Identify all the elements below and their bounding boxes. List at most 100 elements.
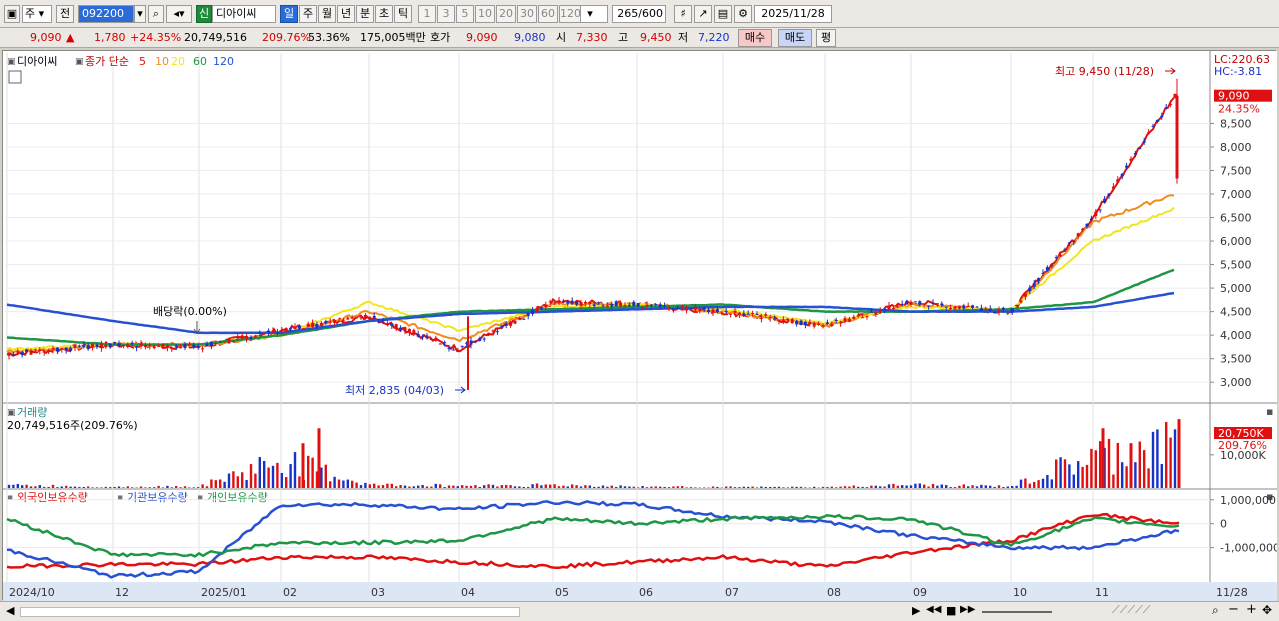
zoom-in-icon[interactable]: + xyxy=(1246,602,1257,617)
layout-icon[interactable]: ▣ xyxy=(4,5,20,23)
scroll-bar[interactable]: ◀ ▶ ◀◀ ■ ▶▶ ⟋⟋⟋⟋⟋ ⌕ − + ✥ xyxy=(0,601,1279,621)
volume-bar xyxy=(830,486,833,488)
candle-body xyxy=(399,327,403,331)
volume-bar xyxy=(434,483,437,488)
candle-body xyxy=(962,305,966,309)
zoom-out-icon[interactable]: − xyxy=(1228,602,1239,617)
candle-body xyxy=(126,344,130,347)
period-tab-5[interactable]: 초 xyxy=(375,5,393,23)
eval-button[interactable]: 평 xyxy=(816,29,836,47)
candle-body xyxy=(1081,228,1085,231)
x-tick-label: 04 xyxy=(461,586,475,599)
candle-body xyxy=(1120,173,1124,177)
volume-bar xyxy=(78,486,81,488)
stock-code-input[interactable]: 092200 xyxy=(78,5,134,23)
period-tab-1[interactable]: 주 xyxy=(299,5,317,23)
volume-bar xyxy=(914,483,917,488)
magnifier-icon[interactable]: ⌕ xyxy=(1212,603,1219,618)
interval-tab-3[interactable]: 3 xyxy=(437,5,455,23)
interval-tab-1[interactable]: 1 xyxy=(418,5,436,23)
speaker-icon[interactable]: ◂▾ xyxy=(166,5,192,23)
zoom-slider[interactable] xyxy=(982,611,1052,613)
scroll-track[interactable] xyxy=(20,607,520,617)
interval-tab-5[interactable]: 5 xyxy=(456,5,474,23)
candle-body xyxy=(346,317,350,320)
interval-tab-30[interactable]: 30 xyxy=(517,5,537,23)
count-field[interactable]: 265/600 xyxy=(612,5,666,23)
volume-bar xyxy=(509,485,512,488)
candle-body xyxy=(487,332,491,335)
period-tab-3[interactable]: 년 xyxy=(337,5,355,23)
save-icon[interactable]: ▤ xyxy=(714,5,732,23)
volume-bar xyxy=(676,486,679,488)
volume-bar xyxy=(654,486,657,488)
candle-body xyxy=(614,301,618,307)
candle-body xyxy=(997,309,1001,313)
market-select[interactable]: 주 ▾ xyxy=(22,5,52,23)
volume-bar xyxy=(777,486,781,488)
date-field[interactable]: 2025/11/28 xyxy=(754,5,832,23)
period-tab-6[interactable]: 틱 xyxy=(394,5,412,23)
volume-bar xyxy=(901,485,904,488)
y-tick-label: 4,500 xyxy=(1220,306,1252,319)
volume-bar xyxy=(804,487,807,488)
candle-body xyxy=(803,321,807,326)
period-tab-4[interactable]: 분 xyxy=(356,5,374,23)
volume-bar xyxy=(254,473,257,488)
candle-body xyxy=(724,310,728,312)
holdings-legend-1: 기관보유수량 xyxy=(127,491,188,504)
draw-tools-icon[interactable]: ⟋⟋⟋⟋⟋ xyxy=(1112,603,1151,617)
candle-body xyxy=(1067,242,1071,244)
candle-body xyxy=(768,316,772,319)
candle-body xyxy=(1155,119,1159,122)
holdings-legend-0: 외국인보유수량 xyxy=(17,491,88,504)
period-tab-0[interactable]: 일 xyxy=(280,5,298,23)
draw-tool-icon[interactable]: ↗ xyxy=(694,5,712,23)
volume-bar xyxy=(333,476,336,488)
candle-body xyxy=(429,339,433,341)
candle-body xyxy=(1116,179,1120,183)
ma-label: 종가 단순 xyxy=(85,55,129,68)
volume-bar xyxy=(307,455,310,488)
candle-body xyxy=(372,315,376,318)
volume-bar xyxy=(984,485,987,488)
volume-bar xyxy=(412,486,415,488)
rewind-icon[interactable]: ◀◀ xyxy=(926,604,941,615)
candle-type-icon[interactable]: ♯ xyxy=(674,5,692,23)
volume-bar xyxy=(892,483,895,488)
volume-bar xyxy=(417,485,420,488)
volume-bar xyxy=(733,487,737,488)
stop-icon[interactable]: ■ xyxy=(946,604,956,617)
candle-body xyxy=(16,351,20,353)
scroll-left-icon[interactable]: ◀ xyxy=(6,604,14,617)
sell-button[interactable]: 매도 xyxy=(778,29,812,47)
gear-icon[interactable]: ⚙ xyxy=(734,5,752,23)
candle-body xyxy=(632,301,636,306)
interval-tab-10[interactable]: 10 xyxy=(475,5,495,23)
buy-button[interactable]: 매수 xyxy=(738,29,772,47)
chart-area[interactable]: 2024/10 12 2025/01 02 03 04 05 06 07 08 09 10 11 11/2… xyxy=(2,50,1277,601)
volume-bar xyxy=(29,486,33,488)
code-dropdown-icon[interactable]: ▾ xyxy=(134,5,146,23)
interval-tab-60[interactable]: 60 xyxy=(538,5,558,23)
candle-body xyxy=(223,341,227,343)
volume-bar xyxy=(575,485,578,488)
play-icon[interactable]: ▶ xyxy=(912,604,920,617)
period-tab-2[interactable]: 월 xyxy=(318,5,336,23)
x-tick-label: 06 xyxy=(639,586,653,599)
volume-panel-title: 거래량 xyxy=(17,406,47,419)
candle-body xyxy=(742,313,746,316)
prev-button[interactable]: 전 xyxy=(56,5,74,23)
y-tick-label: 5,500 xyxy=(1220,259,1252,272)
interval-tab-20[interactable]: 20 xyxy=(496,5,516,23)
volume-bar xyxy=(223,481,226,488)
fastforward-icon[interactable]: ▶▶ xyxy=(960,604,975,615)
candle-body xyxy=(1138,147,1142,149)
move-icon[interactable]: ✥ xyxy=(1262,603,1272,617)
volume-bar xyxy=(949,486,952,488)
search-icon[interactable]: ⌕ xyxy=(148,5,164,23)
holdings-y-tick: -1,000,000 xyxy=(1220,542,1277,555)
chart-svg[interactable]: 2024/10 12 2025/01 02 03 04 05 06 07 08 09 10 11 11/2… xyxy=(3,51,1277,601)
interval-tab-120[interactable]: 120 xyxy=(559,5,581,23)
candle-body xyxy=(764,314,768,316)
